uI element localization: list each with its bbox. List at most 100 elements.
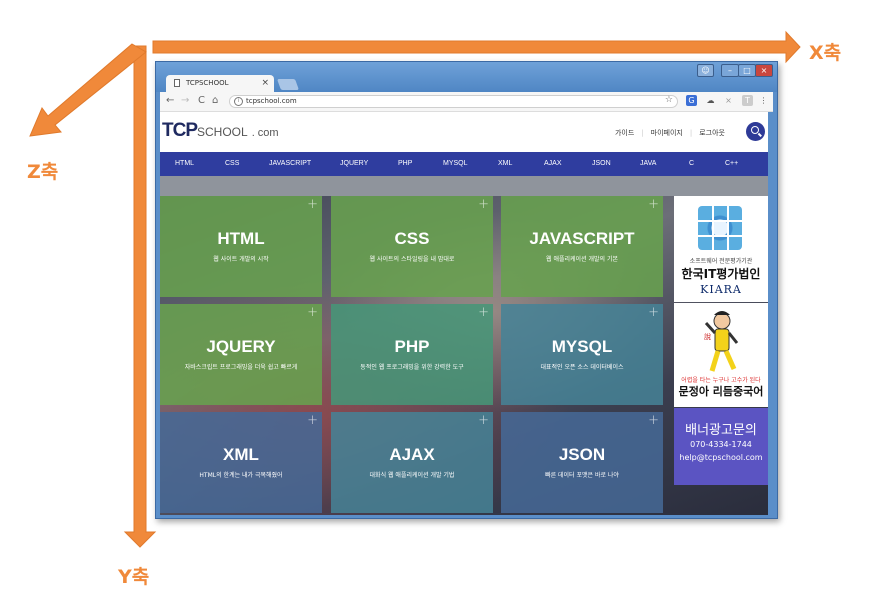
browser-toolbar: ← → C ⌂ i tcpschool.com ☆ G ☁ × T ⋮ <box>160 92 773 112</box>
ad-kiara-brand: KIARA <box>700 283 742 296</box>
tile-mysql[interactable]: + MYSQL 대표적인 오픈 소스 데이터베이스 <box>501 304 663 405</box>
tile-subtitle: 빠른 데이터 포맷은 바로 나야 <box>545 472 619 479</box>
logout-link[interactable]: 로그아웃 <box>699 129 725 137</box>
tile-subtitle: 웹 사이트의 스타일링을 내 맘대로 <box>369 256 455 263</box>
plus-icon: + <box>307 305 318 320</box>
ad-contact-email: help@tcpschool.com <box>679 453 763 462</box>
tab-title: TCPSCHOOL <box>186 79 229 87</box>
tab-close-icon[interactable]: × <box>261 78 269 88</box>
new-tab-button[interactable] <box>276 79 300 90</box>
y-axis-label: Y축 <box>118 566 150 588</box>
logo-tcp: TCP <box>162 120 198 141</box>
tile-ajax[interactable]: + AJAX 대화식 웹 애플리케이션 개발 기법 <box>331 412 493 513</box>
menu-item-java[interactable]: JAVA <box>640 152 656 176</box>
info-icon[interactable]: i <box>234 97 243 106</box>
hero-stripe <box>160 176 768 196</box>
z-axis-label: Z축 <box>27 161 59 183</box>
svg-text:說: 說 <box>704 332 711 341</box>
tile-javascript[interactable]: + JAVASCRIPT 웹 애플리케이션 개발의 기본 <box>501 196 663 297</box>
forward-icon[interactable]: → <box>181 95 189 106</box>
tile-css[interactable]: + CSS 웹 사이트의 스타일링을 내 맘대로 <box>331 196 493 297</box>
web-page: TCPSCHOOL. com 가이드 | 마이페이지 | 로그아웃 HTML CSS J… <box>160 112 768 515</box>
mypage-link[interactable]: 마이페이지 <box>651 129 683 137</box>
back-icon[interactable]: ← <box>166 95 174 106</box>
ad-kiara-title: 한국IT평가법인 <box>681 267 761 281</box>
menu-item-json[interactable]: JSON <box>592 152 611 176</box>
ad-contact-phone: 070-4334-1744 <box>690 440 752 449</box>
menu-item-cpp[interactable]: C++ <box>725 152 738 176</box>
tile-html[interactable]: + HTML 웹 사이트 개발의 시작 <box>160 196 322 297</box>
ad-contact-title: 배너광고문의 <box>685 423 757 438</box>
translate-icon[interactable]: G <box>686 95 697 106</box>
url-text: tcpschool.com <box>246 97 297 105</box>
address-bar[interactable]: i tcpschool.com ☆ <box>229 95 678 108</box>
tile-title: XML <box>223 445 259 464</box>
browser-window: TCPSCHOOL × ☺ – □ × ← → C ⌂ i tcpschool.… <box>155 61 778 519</box>
tile-json[interactable]: + JSON 빠른 데이터 포맷은 바로 나야 <box>501 412 663 513</box>
guide-link[interactable]: 가이드 <box>615 129 634 137</box>
plus-icon: + <box>307 197 318 212</box>
cloud-icon[interactable]: ☁ <box>705 95 716 106</box>
tile-xml[interactable]: + XML HTML의 한계는 내가 극복해줬어 <box>160 412 322 513</box>
tile-title: AJAX <box>389 445 435 464</box>
ad-kiara[interactable]: 소프트웨어 전문평가기관 한국IT평가법인 KIARA <box>674 196 768 302</box>
tile-subtitle: 자바스크립트 프로그래밍을 더욱 쉽고 빠르게 <box>184 364 298 371</box>
profile-icon[interactable]: ☺ <box>697 64 714 77</box>
tile-title: CSS <box>394 229 430 248</box>
minimize-button[interactable]: – <box>721 64 739 77</box>
ad-column: 소프트웨어 전문평가기관 한국IT평가법인 KIARA 說 어렵을 타는 누구나… <box>674 196 768 488</box>
plus-icon: + <box>478 413 489 428</box>
menu-item-ajax[interactable]: AJAX <box>544 152 562 176</box>
close-window-button[interactable]: × <box>755 64 773 77</box>
tile-title: JQUERY <box>206 337 276 356</box>
ad-kiara-subtitle: 소프트웨어 전문평가기관 <box>689 258 753 265</box>
tile-subtitle: 웹 사이트 개발의 시작 <box>213 256 269 263</box>
plus-icon: + <box>307 413 318 428</box>
tile-php[interactable]: + PHP 동적인 웹 프로그래밍을 위한 강력한 도구 <box>331 304 493 405</box>
menu-item-mysql[interactable]: MYSQL <box>443 152 468 176</box>
tile-subtitle: 동적인 웹 프로그래밍을 위한 강력한 도구 <box>360 364 464 371</box>
header-links: 가이드 | 마이페이지 | 로그아웃 <box>614 129 725 137</box>
browser-tab[interactable]: TCPSCHOOL × <box>166 75 274 92</box>
menu-icon[interactable]: ⋮ <box>758 95 769 106</box>
logo-domain: . com <box>251 127 279 139</box>
tile-jquery[interactable]: + JQUERY 자바스크립트 프로그래밍을 더욱 쉽고 빠르게 <box>160 304 322 405</box>
bookmark-star-icon[interactable]: ☆ <box>665 95 673 105</box>
ad-chinese[interactable]: 說 어렵을 타는 누구나 고수가 된다 문정아 리듬중국어 <box>674 303 768 407</box>
x-axis-label: X축 <box>809 42 842 64</box>
menu-item-html[interactable]: HTML <box>175 152 194 176</box>
menu-item-javascript[interactable]: JAVASCRIPT <box>269 152 311 176</box>
menu-item-php[interactable]: PHP <box>398 152 412 176</box>
plus-icon: + <box>478 305 489 320</box>
menu-item-xml[interactable]: XML <box>498 152 512 176</box>
extension-icon[interactable]: T <box>742 95 753 106</box>
plus-icon: + <box>648 197 659 212</box>
extension-close-icon[interactable]: × <box>723 95 734 106</box>
search-icon[interactable] <box>746 122 765 141</box>
cartoon-figure-icon: 說 <box>704 311 739 372</box>
plus-icon: + <box>478 197 489 212</box>
page-icon <box>174 79 180 87</box>
x-axis-arrow <box>152 30 801 64</box>
menu-item-jquery[interactable]: JQUERY <box>340 152 368 176</box>
maximize-button[interactable]: □ <box>738 64 756 77</box>
tile-title: MYSQL <box>551 337 613 356</box>
kiara-logo-icon <box>698 206 742 250</box>
logo-school: SCHOOL <box>197 125 248 139</box>
plus-icon: + <box>648 305 659 320</box>
menu-item-css[interactable]: CSS <box>225 152 239 176</box>
menu-item-c[interactable]: C <box>689 152 694 176</box>
reload-icon[interactable]: C <box>198 95 205 106</box>
ad-contact[interactable]: 배너광고문의 070-4334-1744 help@tcpschool.com <box>674 408 768 485</box>
z-axis-arrow <box>29 43 147 137</box>
site-logo[interactable]: TCPSCHOOL. com <box>162 120 279 142</box>
main-menu: HTML CSS JAVASCRIPT JQUERY PHP MYSQL XML… <box>160 152 768 176</box>
title-bar: TCPSCHOOL × ☺ – □ × <box>156 62 777 92</box>
y-axis-arrow <box>123 45 157 548</box>
home-icon[interactable]: ⌂ <box>212 95 218 106</box>
tile-title: PHP <box>394 337 430 356</box>
tile-subtitle: HTML의 한계는 내가 극복해줬어 <box>199 472 283 479</box>
plus-icon: + <box>648 413 659 428</box>
site-header: TCPSCHOOL. com 가이드 | 마이페이지 | 로그아웃 <box>160 112 768 152</box>
tile-title: HTML <box>217 229 265 248</box>
